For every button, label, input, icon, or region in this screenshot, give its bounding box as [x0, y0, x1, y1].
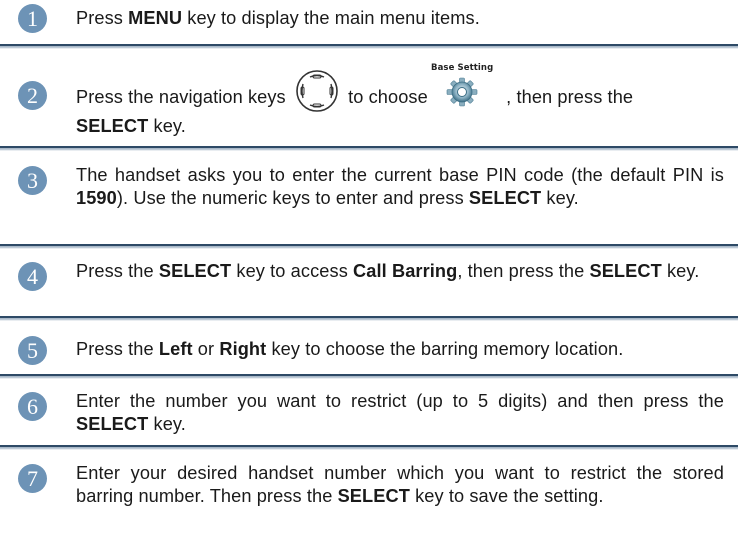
- step-2-text-d: key.: [148, 116, 186, 136]
- step-3-text-b: ). Use the numeric keys to enter and pre…: [116, 188, 469, 208]
- step-3-text-a: The handset asks you to enter the curren…: [76, 165, 724, 185]
- step-3-text-c: key.: [541, 188, 579, 208]
- step-4-select-key: SELECT: [158, 261, 232, 281]
- step-3: 3 The handset asks you to enter the curr…: [0, 162, 738, 210]
- step-2-text-c: , then press the: [506, 86, 634, 107]
- step-5: 5 Press the Left or Right key to choose …: [0, 332, 738, 365]
- step-3-select-key: SELECT: [468, 188, 542, 208]
- base-setting-icon: [446, 77, 478, 107]
- step-3-pin: 1590: [76, 188, 117, 208]
- divider-3: [0, 244, 738, 249]
- step-1: 1 Press MENU key to display the main men…: [0, 4, 738, 33]
- step-6-select-key: SELECT: [76, 414, 149, 434]
- step-text-5: Press the Left or Right key to choose th…: [76, 332, 623, 361]
- divider-4: [0, 316, 738, 321]
- divider-6: [0, 445, 738, 450]
- step-4-text-b: key to access: [231, 261, 354, 281]
- step-6-text-b: key.: [148, 414, 186, 434]
- step-number-7: 7: [18, 464, 47, 493]
- step-6: 6 Enter the number you want to restrict …: [0, 388, 738, 436]
- divider-5: [0, 374, 738, 379]
- step-text-1: Press MENU key to display the main menu …: [76, 4, 480, 30]
- step-number-6: 6: [18, 392, 47, 421]
- step-7-select-key: SELECT: [337, 486, 410, 506]
- step-5-right-key: Right: [219, 339, 267, 359]
- step-2-text-b: to choose: [348, 86, 428, 107]
- step-text-3: The handset asks you to enter the curren…: [76, 162, 724, 210]
- base-setting-icon-group: Base Setting: [431, 63, 493, 113]
- step-4-text-c: , then press the: [457, 261, 590, 281]
- navigation-keys-icon: [296, 70, 338, 112]
- step-4-text-d: key.: [661, 261, 700, 281]
- step-7-text-b: key to save the setting.: [409, 486, 604, 506]
- step-7: 7 Enter your desired handset number whic…: [0, 460, 738, 508]
- step-1-text-b: key to display the main menu items.: [182, 8, 480, 28]
- step-number-2: 2: [18, 81, 47, 110]
- step-2-text-a: Press the navigation keys: [76, 86, 286, 107]
- step-4-call-barring: Call Barring: [353, 261, 458, 281]
- divider-2: [0, 146, 738, 151]
- step-5-text-a: Press the: [76, 339, 159, 359]
- step-number-3: 3: [18, 166, 47, 195]
- step-number-4: 4: [18, 262, 47, 291]
- step-2-select-key: SELECT: [76, 116, 149, 136]
- step-4-select-key-2: SELECT: [589, 261, 662, 281]
- divider-1: [0, 44, 738, 49]
- step-text-2: Press the navigation keys to choose Base…: [76, 60, 724, 138]
- step-4: 4 Press the SELECT key to access Call Ba…: [0, 258, 738, 291]
- step-5-text-c: key to choose the barring memory locatio…: [266, 339, 624, 359]
- step-1-text-a: Press: [76, 8, 129, 28]
- step-text-7: Enter your desired handset number which …: [76, 460, 724, 508]
- step-6-text-a: Enter the number you want to restrict (u…: [76, 391, 724, 411]
- step-text-6: Enter the number you want to restrict (u…: [76, 388, 724, 436]
- step-5-text-b: or: [192, 339, 220, 359]
- step-5-left-key: Left: [158, 339, 193, 359]
- step-number-1: 1: [18, 4, 47, 33]
- step-1-menu-key: MENU: [128, 8, 183, 28]
- step-number-5: 5: [18, 336, 47, 365]
- step-4-text-a: Press the: [76, 261, 159, 281]
- step-2: 2 Press the navigation keys to choose Ba…: [0, 60, 738, 138]
- step-text-4: Press the SELECT key to access Call Barr…: [76, 258, 724, 283]
